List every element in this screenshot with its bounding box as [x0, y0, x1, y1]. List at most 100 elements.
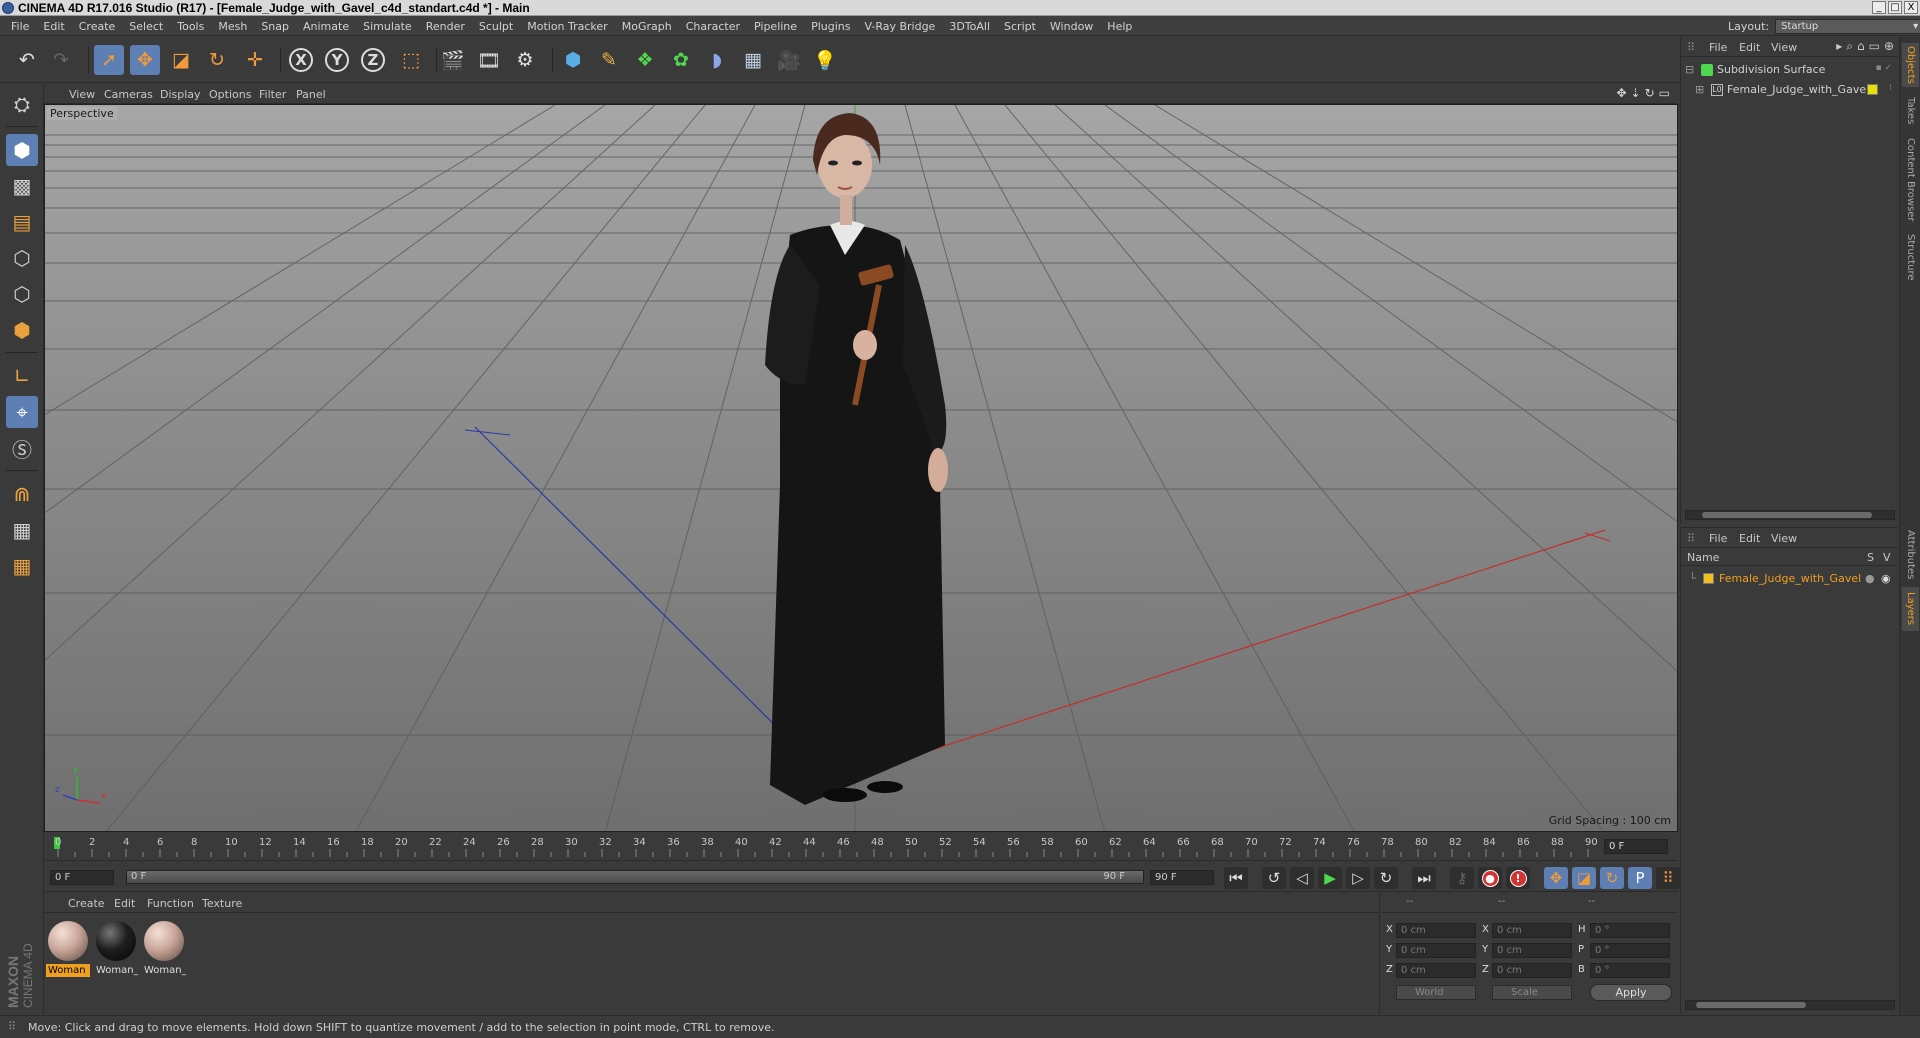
next-frame-button[interactable]: ▷: [1346, 867, 1370, 889]
rotation-p-field[interactable]: 0 °: [1590, 943, 1670, 958]
objects-menu-file[interactable]: File: [1709, 41, 1727, 54]
key-scale-button[interactable]: ◪: [1572, 867, 1596, 889]
model-mode-button[interactable]: ⬢: [6, 134, 38, 166]
render-picture-viewer-button[interactable]: 🎞: [474, 45, 504, 75]
menu-mesh[interactable]: Mesh: [211, 20, 254, 33]
y-axis-lock[interactable]: Y: [322, 45, 352, 75]
edges-mode-button[interactable]: ⬡: [6, 278, 38, 310]
home-icon[interactable]: ⌂: [1857, 39, 1865, 54]
minimize-button[interactable]: _: [1872, 1, 1886, 14]
autokey-button[interactable]: ●: [1478, 867, 1502, 889]
layers-menu-edit[interactable]: Edit: [1739, 532, 1760, 545]
add-cube-button[interactable]: ⬢: [558, 45, 588, 75]
frame-range-slider[interactable]: 0 F 90 F: [126, 870, 1144, 884]
object-row-subdivision[interactable]: ⊟ Subdivision Surface ▪ ✓: [1681, 61, 1898, 79]
tab-takes[interactable]: Takes: [1902, 91, 1919, 131]
add-light-button[interactable]: 💡: [810, 45, 840, 75]
material-swatch[interactable]: Woman: [46, 919, 90, 977]
key-rotation-button[interactable]: ↻: [1600, 867, 1624, 889]
size-x-field[interactable]: 0 cm: [1492, 923, 1572, 938]
add-generator-button[interactable]: ❖: [630, 45, 660, 75]
pan-view-icon[interactable]: ✥: [1616, 86, 1626, 100]
tab-attributes[interactable]: Attributes: [1902, 527, 1919, 583]
add-array-button[interactable]: ✿: [666, 45, 696, 75]
next-key-button[interactable]: ↻: [1374, 867, 1398, 889]
tab-structure[interactable]: Structure: [1902, 229, 1919, 285]
planar-workplane-button[interactable]: ▦: [6, 550, 38, 582]
menu-3dtoall[interactable]: 3DToAll: [942, 20, 997, 33]
menu-sculpt[interactable]: Sculpt: [472, 20, 520, 33]
key-pla-button[interactable]: ⠿: [1656, 867, 1680, 889]
timeline-ruler[interactable]: 0 2 4 6 8 10 12 14 16 18 20 22 24 26 28 30 32 34 36 38 40 42 4…: [44, 833, 1678, 861]
goto-start-button[interactable]: ⏮: [1224, 867, 1248, 889]
apply-button[interactable]: Apply: [1590, 984, 1672, 1001]
recent-tool[interactable]: ✛: [240, 45, 270, 75]
workplane-mode-button[interactable]: ▤: [6, 206, 38, 238]
points-mode-button[interactable]: ⬡: [6, 242, 38, 274]
prev-key-button[interactable]: ↺: [1262, 867, 1286, 889]
x-axis-lock[interactable]: X: [286, 45, 316, 75]
viewport-menu-view[interactable]: View: [69, 88, 95, 101]
key-parameter-button[interactable]: P: [1628, 867, 1652, 889]
play-button[interactable]: ▶: [1318, 867, 1342, 889]
tweak-mode-button[interactable]: ⌖: [6, 396, 38, 428]
objects-menu-view[interactable]: View: [1771, 41, 1797, 54]
menu-mograph[interactable]: MoGraph: [615, 20, 679, 33]
tab-objects[interactable]: Objects: [1902, 43, 1919, 87]
undo-button[interactable]: ↶: [12, 45, 42, 75]
menu-character[interactable]: Character: [679, 20, 747, 33]
menu-file[interactable]: File: [4, 20, 36, 33]
layer-color-swatch[interactable]: [1867, 84, 1878, 95]
objects-menu-edit[interactable]: Edit: [1739, 41, 1760, 54]
current-frame-field[interactable]: 0 F: [1604, 839, 1668, 854]
menu-motion-tracker[interactable]: Motion Tracker: [520, 20, 614, 33]
add-panel-icon[interactable]: ⊕: [1884, 39, 1894, 54]
menu-render[interactable]: Render: [419, 20, 472, 33]
position-y-field[interactable]: 0 cm: [1396, 943, 1476, 958]
coordinate-mode-dropdown[interactable]: World: [1396, 985, 1476, 1000]
maximize-button[interactable]: □: [1888, 1, 1902, 14]
make-editable-button[interactable]: ⛭: [6, 88, 38, 120]
magnet-button[interactable]: ⋒: [6, 478, 38, 510]
menu-select[interactable]: Select: [122, 20, 170, 33]
viewport-menu-options[interactable]: Options: [209, 88, 251, 101]
layers-horizontal-scrollbar[interactable]: [1685, 1000, 1895, 1010]
search-icon[interactable]: ⌕: [1846, 39, 1853, 54]
layout-select[interactable]: Startup: [1775, 19, 1920, 34]
menu-edit[interactable]: Edit: [36, 20, 71, 33]
filter-icon[interactable]: ▭: [1869, 39, 1880, 54]
menu-script[interactable]: Script: [997, 20, 1043, 33]
rotation-h-field[interactable]: 0 °: [1590, 923, 1670, 938]
perspective-viewport[interactable]: Perspective y x z Grid Spacing : 100 cm: [44, 104, 1678, 832]
snapping-button[interactable]: Ⓢ: [6, 432, 38, 464]
render-settings-button[interactable]: ⚙: [510, 45, 540, 75]
start-frame-field[interactable]: 0 F: [50, 870, 114, 885]
layers-menu-file[interactable]: File: [1709, 532, 1727, 545]
goto-end-button[interactable]: ⏭: [1412, 867, 1436, 889]
viewport-menu-panel[interactable]: Panel: [296, 88, 326, 101]
menu-vray-bridge[interactable]: V-Ray Bridge: [857, 20, 942, 33]
size-mode-dropdown[interactable]: Scale: [1492, 985, 1572, 1000]
viewport-menu-filter[interactable]: Filter: [259, 88, 286, 101]
material-swatch[interactable]: Woman_: [142, 919, 186, 977]
polygons-mode-button[interactable]: ⬢: [6, 314, 38, 346]
menu-simulate[interactable]: Simulate: [356, 20, 419, 33]
z-axis-lock[interactable]: Z: [358, 45, 388, 75]
expand-toggle-icon[interactable]: ⊞: [1695, 83, 1704, 96]
material-menu-texture[interactable]: Texture: [202, 897, 242, 910]
close-button[interactable]: X: [1904, 1, 1918, 14]
tab-layers[interactable]: Layers: [1902, 587, 1919, 631]
add-camera-button[interactable]: 🎥: [774, 45, 804, 75]
layers-menu-view[interactable]: View: [1771, 532, 1797, 545]
prev-frame-button[interactable]: ◁: [1290, 867, 1314, 889]
rotate-tool[interactable]: ↻: [202, 45, 232, 75]
layer-row[interactable]: └ Female_Judge_with_Gavel ● ◉: [1681, 570, 1898, 588]
menu-create[interactable]: Create: [72, 20, 123, 33]
scale-tool[interactable]: ◪: [166, 45, 196, 75]
render-view-button[interactable]: 🎬: [438, 45, 468, 75]
viewport-menu-display[interactable]: Display: [160, 88, 201, 101]
visibility-dots-icon[interactable]: ⁝: [1889, 83, 1892, 93]
material-menu-function[interactable]: Function: [147, 897, 194, 910]
add-spline-button[interactable]: ✎: [594, 45, 624, 75]
live-selection-tool[interactable]: ➚: [94, 45, 124, 75]
